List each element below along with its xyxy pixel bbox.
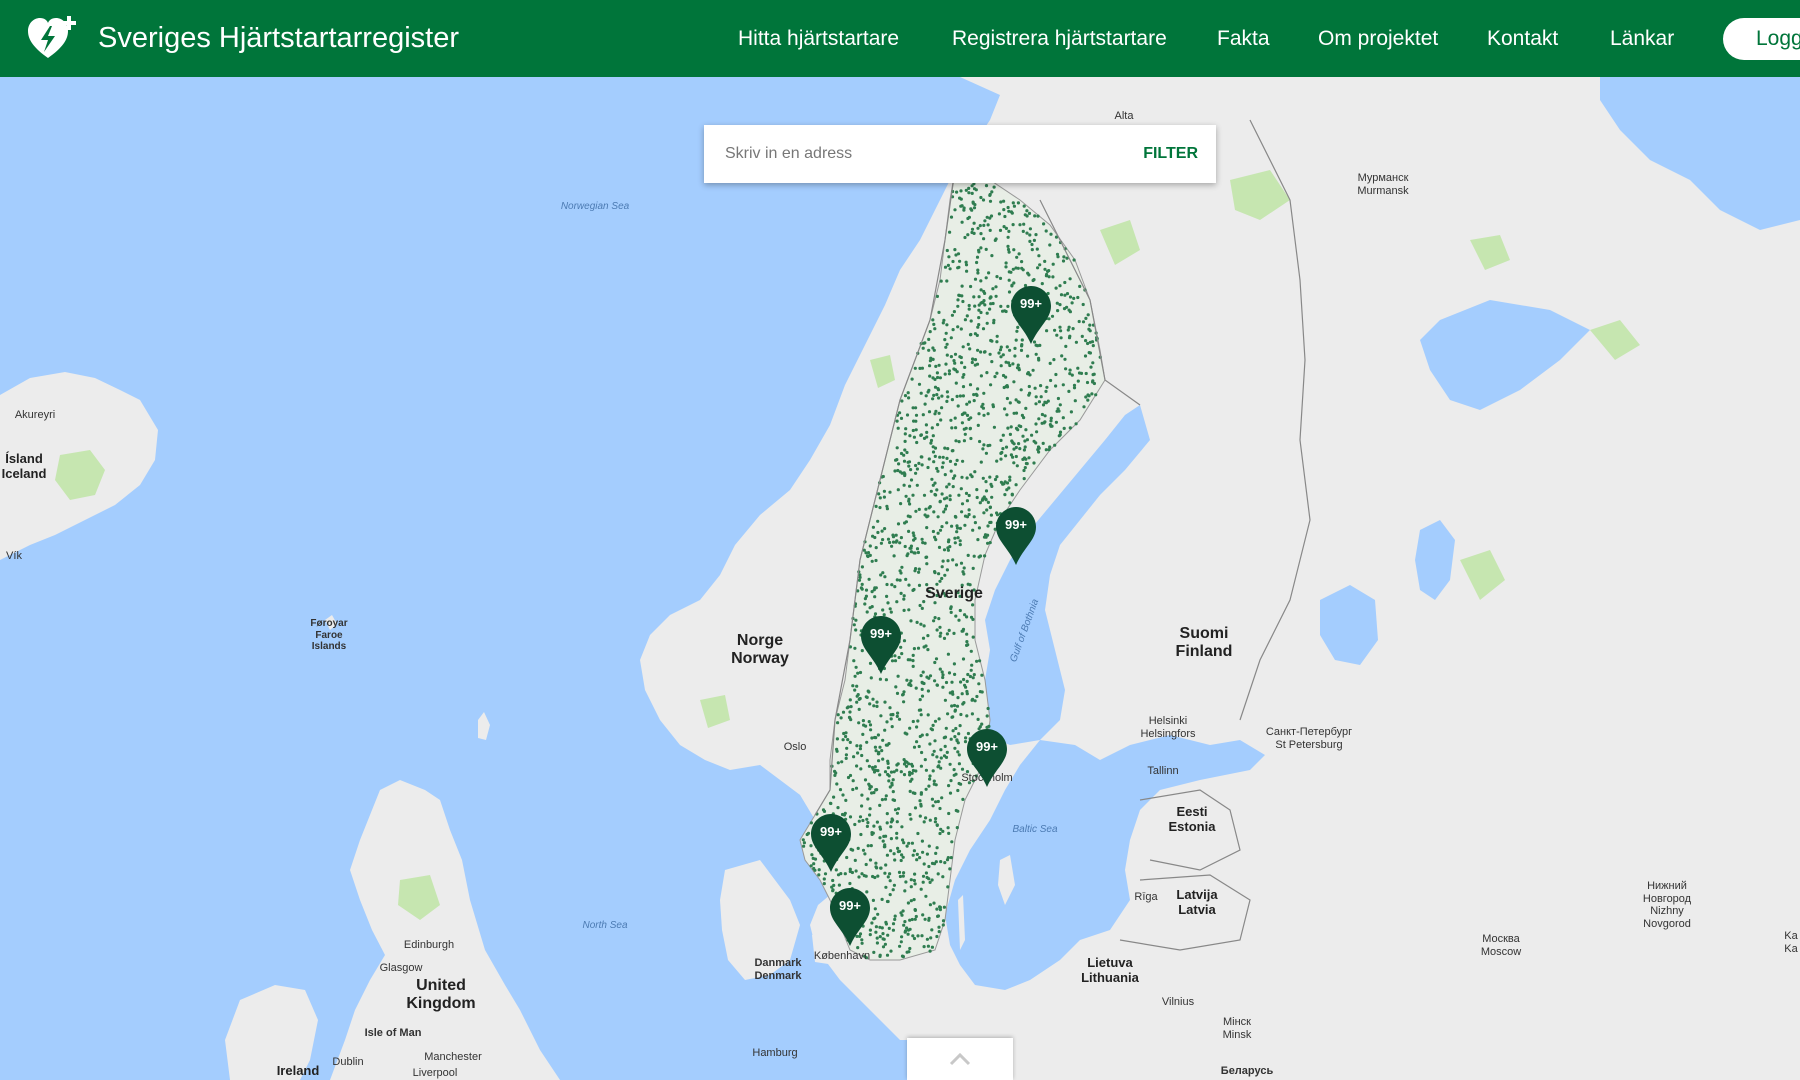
cluster-count: 99+ bbox=[819, 824, 843, 839]
address-search-box: FILTER bbox=[704, 125, 1216, 183]
label-liverpool: Liverpool bbox=[412, 1067, 458, 1079]
map-canvas[interactable]: Alta Мурманск Murmansk Norwegian Sea Aku… bbox=[0, 77, 1800, 1080]
chevron-up-icon bbox=[949, 1052, 971, 1066]
label-belarus: Беларусь bbox=[1220, 1065, 1274, 1077]
site-title[interactable]: Sveriges Hjärtstartarregister bbox=[98, 0, 459, 77]
cluster-count: 99+ bbox=[869, 626, 893, 641]
cluster-count: 99+ bbox=[1004, 517, 1028, 532]
cluster-marker[interactable]: 99+ bbox=[967, 729, 1007, 787]
site-header: Sveriges Hjärtstartarregister Hitta hjär… bbox=[0, 0, 1800, 77]
label-kobenhavn: København bbox=[813, 950, 871, 962]
label-manchester: Manchester bbox=[424, 1051, 482, 1063]
nav-lankar[interactable]: Länkar bbox=[1610, 0, 1674, 77]
cluster-marker[interactable]: 99+ bbox=[811, 814, 851, 872]
label-finland: Suomi Finland bbox=[1175, 625, 1233, 661]
label-minsk: Мінск Minsk bbox=[1222, 1016, 1252, 1041]
map-pin-icon bbox=[967, 729, 1007, 787]
cluster-count: 99+ bbox=[975, 739, 999, 754]
heart-defibrillator-logo-icon[interactable] bbox=[26, 14, 78, 62]
map-pin-icon bbox=[830, 888, 870, 946]
label-akureyri: Akureyri bbox=[14, 409, 56, 421]
nav-kontakt[interactable]: Kontakt bbox=[1487, 0, 1558, 77]
nav-registrera[interactable]: Registrera hjärtstartare bbox=[952, 0, 1167, 77]
map-pin-icon bbox=[811, 814, 851, 872]
filter-button[interactable]: FILTER bbox=[1143, 125, 1198, 183]
expand-panel-tab[interactable] bbox=[907, 1038, 1013, 1080]
label-norway: Norge Norway bbox=[731, 632, 789, 668]
nav-om-projektet[interactable]: Om projektet bbox=[1318, 0, 1438, 77]
map-basemap bbox=[0, 77, 1800, 1080]
label-denmark: Danmark Denmark bbox=[754, 957, 802, 982]
label-faroe: Føroyar Faroe Islands bbox=[310, 618, 348, 652]
label-kazan: Ka Ka bbox=[1784, 930, 1798, 955]
label-uk: United Kingdom bbox=[406, 977, 476, 1013]
cluster-count: 99+ bbox=[1019, 296, 1043, 311]
map-pin-icon bbox=[996, 507, 1036, 565]
map-pin-icon bbox=[1011, 286, 1051, 344]
cluster-marker[interactable]: 99+ bbox=[1011, 286, 1051, 344]
label-lithuania: Lietuva Lithuania bbox=[1081, 955, 1139, 985]
label-moscow: Москва Moscow bbox=[1480, 933, 1522, 958]
label-glasgow: Glasgow bbox=[379, 962, 423, 974]
label-alta: Alta bbox=[1114, 110, 1134, 122]
label-isle-of-man: Isle of Man bbox=[364, 1027, 422, 1039]
cluster-marker[interactable]: 99+ bbox=[830, 888, 870, 946]
label-dublin: Dublin bbox=[332, 1056, 364, 1068]
label-tallinn: Tallinn bbox=[1147, 765, 1179, 777]
label-vik: Vík bbox=[6, 550, 22, 562]
cluster-count: 99+ bbox=[838, 898, 862, 913]
label-edinburgh: Edinburgh bbox=[403, 939, 455, 951]
nav-hitta[interactable]: Hitta hjärtstartare bbox=[738, 0, 899, 77]
label-baltic-sea: Baltic Sea bbox=[1012, 824, 1058, 835]
address-search-input[interactable] bbox=[704, 125, 1104, 183]
label-vilnius: Vilnius bbox=[1161, 996, 1195, 1008]
label-murmansk: Мурманск Murmansk bbox=[1357, 172, 1409, 197]
label-helsinki: Helsinki Helsingfors bbox=[1140, 715, 1196, 740]
label-north-sea: North Sea bbox=[582, 920, 628, 931]
label-estonia: Eesti Estonia bbox=[1168, 804, 1216, 834]
label-riga: Rīga bbox=[1134, 891, 1158, 903]
label-hamburg: Hamburg bbox=[752, 1047, 798, 1059]
label-nizhny: Нижний Новгород Nizhny Novgorod bbox=[1642, 880, 1692, 930]
map-pin-icon bbox=[861, 616, 901, 674]
label-stpetersburg: Санкт-Петербург St Petersburg bbox=[1265, 726, 1353, 751]
cluster-marker[interactable]: 99+ bbox=[996, 507, 1036, 565]
nav-fakta[interactable]: Fakta bbox=[1217, 0, 1270, 77]
label-latvia: Latvija Latvia bbox=[1176, 887, 1218, 917]
cluster-marker[interactable]: 99+ bbox=[861, 616, 901, 674]
login-button[interactable]: Logga in bbox=[1723, 18, 1800, 60]
label-norwegian-sea: Norwegian Sea bbox=[560, 201, 630, 212]
label-iceland: Ísland Iceland bbox=[1, 451, 47, 481]
label-ireland: Ireland bbox=[276, 1063, 320, 1078]
label-oslo: Oslo bbox=[783, 741, 807, 753]
label-sweden: Sverige bbox=[925, 585, 983, 602]
